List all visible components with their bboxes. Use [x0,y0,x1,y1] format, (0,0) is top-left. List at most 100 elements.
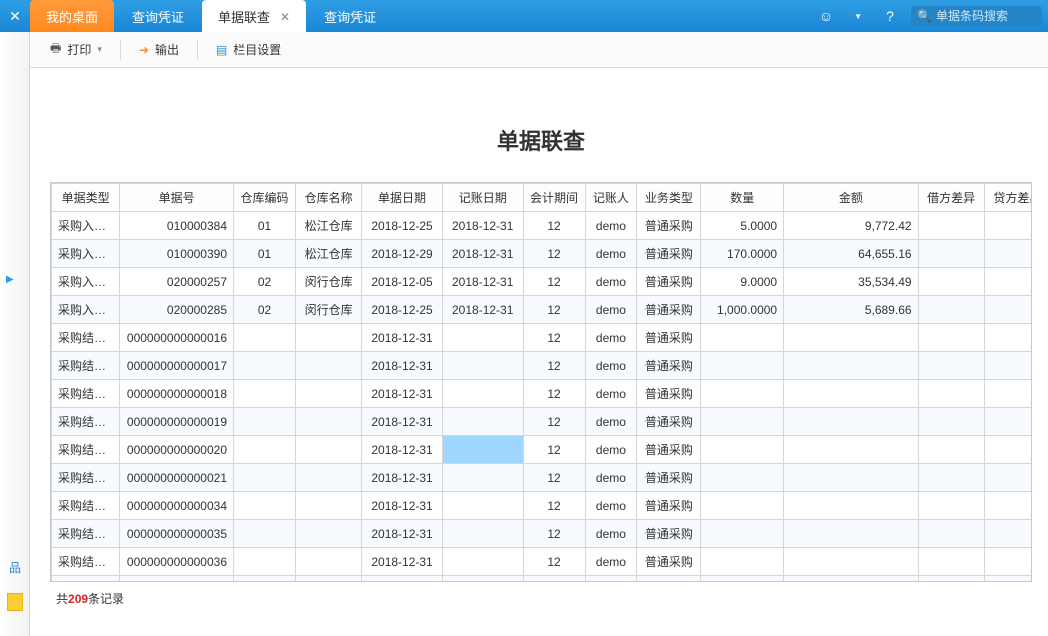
cell-whcode[interactable] [234,436,296,464]
cell-drdiff[interactable] [918,464,984,492]
cell-whname[interactable] [296,520,362,548]
cell-bookdt[interactable] [442,548,523,576]
cell-booker[interactable]: demo [585,408,637,436]
cell-period[interactable]: 12 [523,380,585,408]
cell-type[interactable]: 采购入库单 [52,296,120,324]
cell-crdiff[interactable] [984,548,1032,576]
column-header[interactable]: 记账人 [585,184,637,212]
cell-btype[interactable]: 普通采购 [637,352,701,380]
cell-period[interactable]: 12 [523,492,585,520]
cell-btype[interactable]: 普通采购 [637,464,701,492]
cell-type[interactable]: 采购入库单 [52,212,120,240]
cell-docdt[interactable]: 2018-12-31 [362,436,443,464]
cell-btype[interactable]: 普通采购 [637,240,701,268]
cell-qty[interactable] [701,324,784,352]
cell-type[interactable]: 采购结算单 [52,548,120,576]
cell-bookdt[interactable] [442,408,523,436]
tab-close-icon[interactable]: ✕ [280,10,290,24]
table-row[interactable]: 采购入库单02000028502闵行仓库2018-12-252018-12-31… [52,296,1033,324]
cell-qty[interactable] [701,492,784,520]
column-header[interactable]: 仓库名称 [296,184,362,212]
cell-drdiff[interactable] [918,408,984,436]
cell-btype[interactable]: 普通采购 [637,296,701,324]
cell-period[interactable]: 12 [523,240,585,268]
cell-btype[interactable]: 普通采购 [637,408,701,436]
table-row[interactable]: 采购结算单0000000000000342018-12-3112demo普通采购 [52,492,1033,520]
cell-docno[interactable]: 000000000000021 [120,464,234,492]
cell-crdiff[interactable] [984,408,1032,436]
cell-booker[interactable]: demo [585,324,637,352]
cell-whname[interactable]: 松江仓库 [296,212,362,240]
table-row[interactable]: 采购结算单0000000000000202018-12-3112demo普通采购 [52,436,1033,464]
cell-bookdt[interactable]: 2018-12-31 [442,268,523,296]
cell-amt[interactable] [784,492,918,520]
cell-whname[interactable] [296,436,362,464]
search-input[interactable] [936,9,1036,23]
cell-whcode[interactable] [234,380,296,408]
column-header[interactable]: 单据类型 [52,184,120,212]
cell-btype[interactable]: 普通采购 [637,548,701,576]
cell-whname[interactable] [296,548,362,576]
tab-2[interactable]: 单据联查✕ [202,0,306,32]
cell-type[interactable]: 采购结算单 [52,520,120,548]
cell-drdiff[interactable] [918,240,984,268]
table-row[interactable]: 采购结算单0000000000000182018-12-3112demo普通采购 [52,380,1033,408]
cell-whcode[interactable] [234,464,296,492]
cell-amt[interactable]: 9,772.42 [784,212,918,240]
cell-whcode[interactable]: 01 [234,212,296,240]
cell-type[interactable]: 采购结算单 [52,492,120,520]
cell-btype[interactable]: 普通采购 [637,520,701,548]
print-button[interactable]: 🖶 打印 ▾ [50,39,102,60]
cell-crdiff[interactable] [984,492,1032,520]
cell-booker[interactable]: demo [585,464,637,492]
cell-drdiff[interactable] [918,352,984,380]
tab-1[interactable]: 查询凭证 [116,0,200,32]
cell-whname[interactable] [296,408,362,436]
cell-whcode[interactable] [234,408,296,436]
cell-drdiff[interactable] [918,436,984,464]
cell-qty[interactable] [701,548,784,576]
cell-qty[interactable] [701,352,784,380]
cell-qty[interactable]: 9.0000 [701,268,784,296]
cell-amt[interactable]: 5,689.66 [784,296,918,324]
cell-type[interactable]: 采购结算单 [52,380,120,408]
cell-crdiff[interactable] [984,240,1032,268]
cell-docdt[interactable]: 2018-12-31 [362,492,443,520]
cell-docdt[interactable]: 2018-12-31 [362,464,443,492]
cell-crdiff[interactable] [984,436,1032,464]
close-icon[interactable]: ✕ [0,0,30,32]
sidebar-label[interactable]: 品 [9,559,21,576]
cell-type[interactable]: 采购结算单 [52,408,120,436]
table-row[interactable]: 采购结算单0000000000000362018-12-3112demo普通采购 [52,548,1033,576]
cell-drdiff[interactable] [918,520,984,548]
cell-period[interactable]: 12 [523,296,585,324]
cell-whname[interactable] [296,380,362,408]
cell-type[interactable]: 采购结算单 [52,436,120,464]
cell-qty[interactable]: 170.0000 [701,240,784,268]
cell-btype[interactable]: 普通采购 [637,492,701,520]
cell-docno[interactable]: 000000000000036 [120,548,234,576]
cell-period[interactable]: 12 [523,268,585,296]
cell-docno[interactable]: 000000000000035 [120,520,234,548]
column-header[interactable]: 仓库编码 [234,184,296,212]
cell-period[interactable]: 12 [523,548,585,576]
cell-booker[interactable]: demo [585,436,637,464]
cell-bookdt[interactable] [442,380,523,408]
cell-amt[interactable]: 64,655.16 [784,240,918,268]
cell-booker[interactable]: demo [585,352,637,380]
cell-booker[interactable]: demo [585,268,637,296]
cell-docdt[interactable]: 2018-12-31 [362,520,443,548]
cell-amt[interactable] [784,464,918,492]
cell-booker[interactable]: demo [585,548,637,576]
cell-drdiff[interactable] [918,324,984,352]
cell-period[interactable]: 12 [523,464,585,492]
cell-bookdt[interactable] [442,520,523,548]
cell-crdiff[interactable] [984,324,1032,352]
cell-type[interactable]: 采购结算单 [52,352,120,380]
cell-docno[interactable]: 000000000000018 [120,380,234,408]
cell-btype[interactable]: 普通采购 [637,436,701,464]
cell-qty[interactable]: 5.0000 [701,212,784,240]
column-header[interactable]: 会计期间 [523,184,585,212]
cell-booker[interactable]: demo [585,212,637,240]
cell-drdiff[interactable] [918,492,984,520]
